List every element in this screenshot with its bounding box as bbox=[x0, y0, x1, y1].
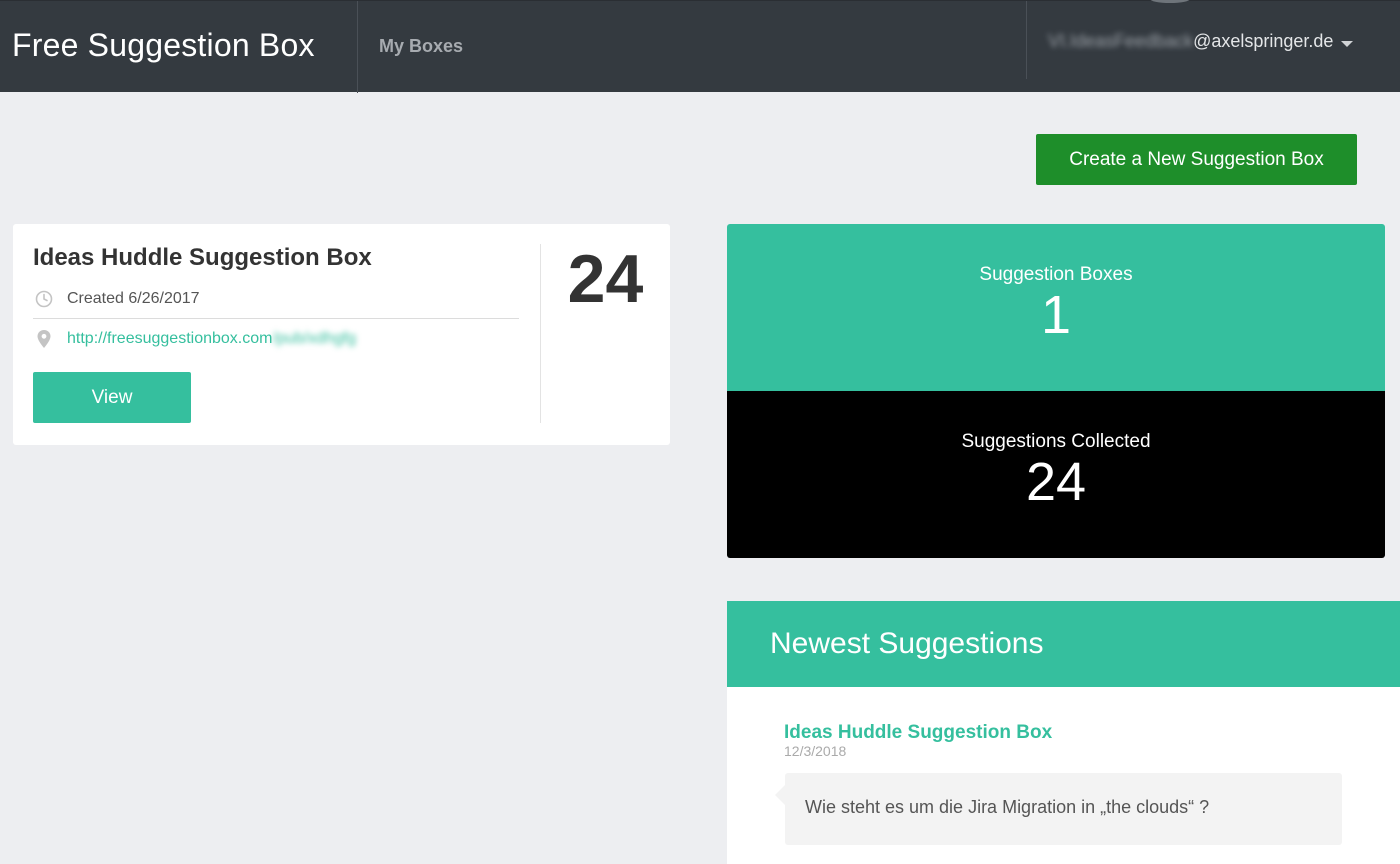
suggestion-box-card: Ideas Huddle Suggestion Box Created 6/26… bbox=[13, 224, 670, 445]
nav-my-boxes[interactable]: My Boxes bbox=[379, 36, 463, 57]
suggestion-text: Wie steht es um die Jira Migration in „t… bbox=[775, 773, 1342, 845]
box-public-link[interactable]: http://freesuggestionbox.com bbox=[67, 330, 272, 348]
box-link-row: http://freesuggestionbox.com /pub/xdhgfg bbox=[33, 328, 356, 350]
top-navbar: Free Suggestion Box My Boxes VI.IdeasFee… bbox=[0, 0, 1400, 93]
box-created-date: Created 6/26/2017 bbox=[67, 290, 200, 307]
stat-value: 1 bbox=[1040, 285, 1072, 345]
nav-divider bbox=[357, 1, 358, 93]
suggestion-date: 12/3/2018 bbox=[784, 743, 847, 759]
view-box-button[interactable]: View bbox=[33, 372, 191, 423]
card-divider bbox=[540, 244, 541, 423]
caret-down-icon[interactable] bbox=[1341, 40, 1354, 47]
nav-divider bbox=[1026, 1, 1027, 79]
user-name-redacted: VI.IdeasFeedback bbox=[1048, 31, 1194, 51]
suggestion-box-link[interactable]: Ideas Huddle Suggestion Box bbox=[784, 722, 1052, 744]
newest-suggestions-title: Newest Suggestions bbox=[727, 601, 1400, 687]
user-email-domain: @axelspringer.de bbox=[1193, 31, 1334, 51]
box-created-row: Created 6/26/2017 bbox=[33, 288, 200, 310]
newest-suggestions-panel: Newest Suggestions Ideas Huddle Suggesti… bbox=[727, 601, 1400, 864]
brand-logo[interactable]: Free Suggestion Box bbox=[12, 27, 315, 64]
stat-label: Suggestion Boxes bbox=[979, 264, 1133, 285]
meta-divider bbox=[33, 318, 519, 319]
stats-panel: Suggestion Boxes 1 Suggestions Collected… bbox=[727, 224, 1385, 558]
stat-suggestions-collected: Suggestions Collected 24 bbox=[727, 391, 1385, 558]
create-suggestion-box-button[interactable]: Create a New Suggestion Box bbox=[1036, 134, 1357, 185]
avatar bbox=[1150, 0, 1190, 3]
clock-icon bbox=[33, 288, 55, 310]
box-title: Ideas Huddle Suggestion Box bbox=[33, 244, 372, 271]
stat-label: Suggestions Collected bbox=[961, 431, 1151, 452]
stat-suggestion-boxes: Suggestion Boxes 1 bbox=[727, 224, 1385, 391]
stat-value: 24 bbox=[1025, 452, 1087, 512]
map-pin-icon bbox=[33, 328, 55, 350]
user-menu[interactable]: VI.IdeasFeedback @axelspringer.de bbox=[1048, 31, 1354, 52]
box-suggestion-count: 24 bbox=[567, 241, 644, 317]
box-link-redacted: /pub/xdhgfg bbox=[272, 330, 357, 347]
